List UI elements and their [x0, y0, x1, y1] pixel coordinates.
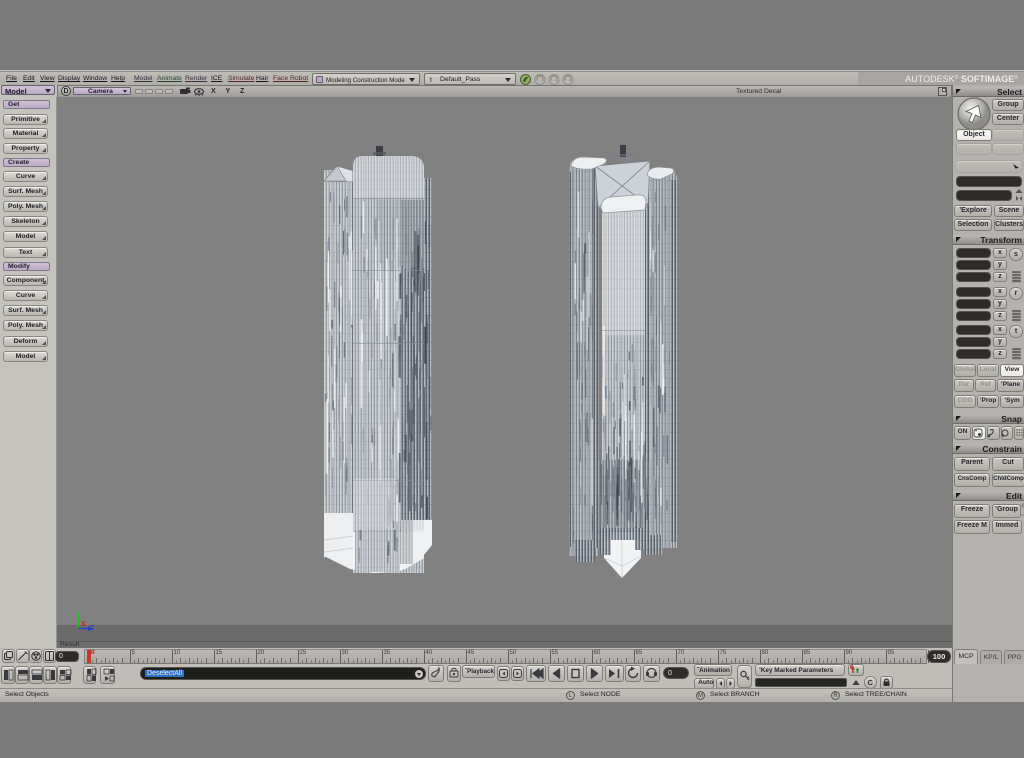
- svg-text:X: X: [81, 621, 86, 628]
- svg-text:Y: Y: [76, 611, 81, 618]
- svg-text:Z: Z: [90, 625, 95, 632]
